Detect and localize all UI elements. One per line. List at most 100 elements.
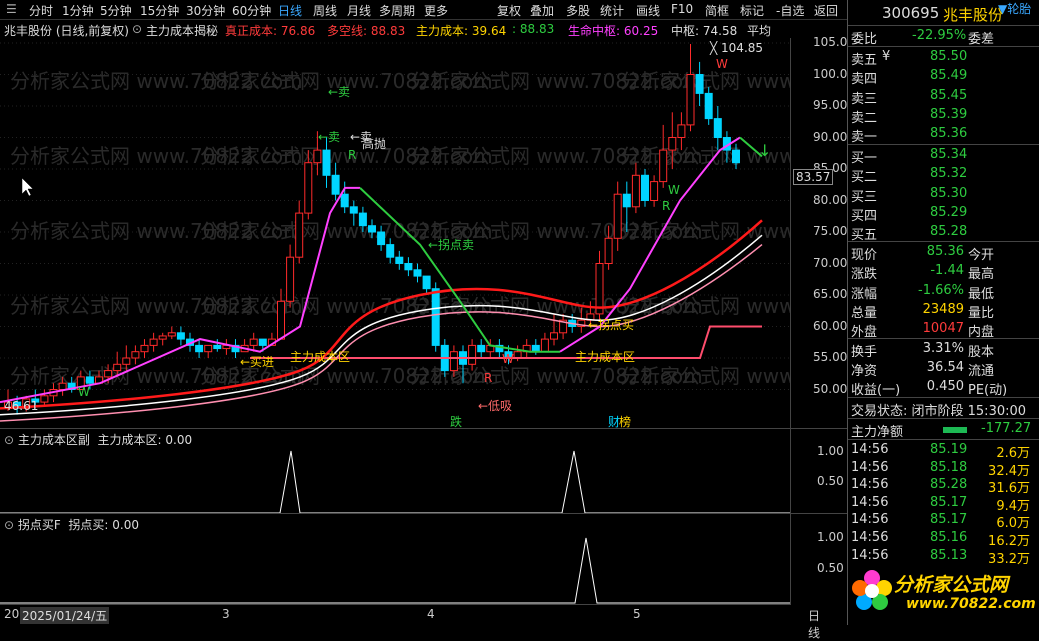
bid-row[interactable]: 买三 85.30 — [848, 185, 1039, 205]
candle-body — [686, 74, 695, 126]
ask-row[interactable]: 卖四 85.49 — [848, 67, 1039, 87]
candle-body — [377, 231, 386, 246]
bid-row[interactable]: 买二 85.32 — [848, 165, 1039, 185]
indicator-toggle-icon[interactable]: ⊙ — [132, 22, 142, 36]
date-axis: 20 2025/01/24/五 3 4 5 日线 — [0, 604, 820, 640]
candle-body — [204, 344, 213, 353]
toolbar-item-9[interactable]: 多周期 — [379, 2, 415, 19]
stat-row: 现价 85.36 今开 — [851, 244, 995, 263]
ask-row[interactable]: 卖三 85.45 — [848, 87, 1039, 107]
axis-label: 0.50 — [817, 474, 844, 488]
current-price-tag: 83.57 — [793, 169, 834, 185]
toolbar-item-2[interactable]: 5分钟 — [100, 2, 132, 19]
candle-body — [449, 351, 458, 372]
tick-row: 14:56 85.28 31.6万 — [851, 477, 1030, 497]
price-axis-label: 95.00 — [813, 98, 848, 112]
price-axis: 105.0 100.0 95.00 90.00 85.00 80.00 75.00 70.00… — [790, 35, 848, 428]
candle-body — [468, 344, 477, 365]
drop-label: 跌 — [450, 414, 462, 428]
toolbar-item-13[interactable]: 多股 — [566, 2, 590, 19]
low-absorb-label: ←低吸 — [478, 399, 512, 413]
sell-signal: ←卖 — [318, 130, 340, 144]
toolbar-item-8[interactable]: 月线 — [347, 2, 371, 19]
indicator-value: : 88.83 — [512, 22, 555, 36]
candle-body — [622, 193, 631, 208]
candle-body — [386, 244, 395, 258]
candle-body — [358, 212, 367, 227]
candle-body — [540, 338, 549, 353]
toolbar-item-12[interactable]: 叠加 — [530, 2, 554, 19]
candle-body — [40, 395, 49, 403]
menu-icon[interactable]: ☰ — [6, 2, 17, 16]
price-axis-label: 75.00 — [813, 224, 848, 238]
candle-body — [85, 376, 94, 384]
axis-label: 1.00 — [817, 444, 844, 458]
candle-body — [431, 288, 440, 346]
candle-body — [331, 174, 340, 195]
watermark-text: 分析家公式网 www.70822.com — [620, 219, 790, 243]
bid-row[interactable]: 买五 85.28 — [848, 223, 1039, 243]
candle-body — [677, 124, 686, 139]
main-cost-zone-label-2: 主力成本区 — [575, 350, 635, 364]
bid-row[interactable]: 买一 85.34 — [848, 146, 1039, 166]
price-axis-label: 50.00 — [813, 381, 848, 396]
stock-name[interactable]: 兆丰股份 — [943, 4, 1003, 25]
ask-row[interactable]: 卖二 85.39 — [848, 106, 1039, 126]
candle-body — [195, 344, 204, 353]
toolbar-item-6[interactable]: 日线 — [278, 2, 302, 19]
toolbar-item-14[interactable]: 统计 — [600, 2, 624, 19]
sub-panel-main-cost[interactable]: ⊙ 主力成本区副 主力成本区: 0.00 — [0, 428, 790, 514]
ask-row[interactable]: 卖五 ¥85.50 — [848, 48, 1039, 68]
toolbar-item-18[interactable]: 标记 — [740, 2, 764, 19]
indicator-value: 多空线: 88.83 — [327, 24, 406, 38]
date-tick: 5 — [633, 607, 641, 621]
toolbar-item-0[interactable]: 分时 — [29, 2, 53, 19]
ask-row[interactable]: 卖一 85.36 — [848, 125, 1039, 145]
sell-signal-top: ←卖 — [328, 85, 350, 99]
toolbar-item-3[interactable]: 15分钟 — [140, 2, 179, 19]
price-axis-label: 70.00 — [813, 255, 848, 270]
r-signal-2: R — [484, 371, 492, 385]
toolbar-item-20[interactable]: 返回 — [814, 2, 838, 19]
toolbar-item-7[interactable]: 周线 — [313, 2, 337, 19]
toolbar-item-16[interactable]: F10 — [671, 2, 693, 16]
candle-body — [604, 237, 613, 265]
candle-body — [713, 118, 722, 138]
candle-body — [113, 363, 122, 372]
toolbar-item-15[interactable]: 画线 — [636, 2, 660, 19]
candle-body — [413, 269, 422, 277]
net-flow-row: 主力净额 -177.27 — [851, 421, 1032, 440]
candle-body — [258, 338, 267, 346]
indicator-name[interactable]: 主力成本揭秘 — [146, 22, 218, 39]
candle-body — [149, 338, 158, 346]
candle-body — [550, 332, 558, 340]
toolbar-item-1[interactable]: 1分钟 — [62, 2, 94, 19]
toolbar-item-19[interactable]: -自选 — [776, 2, 804, 19]
toolbar-item-17[interactable]: 简框 — [705, 2, 729, 19]
main-kline-chart[interactable]: 分析家公式网 www.70822.com 分析家公式网 www.70822.com… — [0, 38, 790, 428]
life-center-line — [0, 244, 763, 422]
sub-panel-2-axis: 1.00 0.50 — [790, 513, 848, 605]
mouse-cursor-icon — [21, 177, 34, 197]
trade-state: 交易状态: 闭市阶段 15:30:00 — [851, 404, 1027, 419]
price-axis-label: 90.00 — [813, 129, 848, 144]
candle-body — [613, 193, 622, 239]
toolbar-item-5[interactable]: 60分钟 — [232, 2, 271, 19]
toolbar-item-10[interactable]: 更多 — [424, 2, 448, 19]
toolbar-item-4[interactable]: 30分钟 — [186, 2, 225, 19]
bid-row[interactable]: 买四 85.29 — [848, 204, 1039, 224]
sector-dropdown[interactable]: ▼轮胎 — [998, 0, 1031, 17]
inflection-buy-label: ←拐点买 — [588, 317, 634, 332]
stat-row: 涨幅 -1.66% 最低 — [851, 282, 995, 302]
r-signal: R — [348, 148, 356, 162]
trend-line-down — [359, 187, 560, 353]
net-flow-bar — [943, 427, 967, 433]
candle-body — [704, 92, 713, 120]
price-axis-label: 55.00 — [813, 350, 848, 364]
tick-row: 14:56 85.19 2.6万 — [851, 442, 1030, 461]
period-label[interactable]: 日线 — [808, 607, 820, 641]
toolbar-item-11[interactable]: 复权 — [497, 2, 521, 19]
w-signal-2: W — [502, 352, 514, 366]
stock-title: 兆丰股份 (日线,前复权) — [4, 24, 129, 38]
sub-panel-inflection-buy[interactable]: ⊙ 拐点买F 拐点买: 0.00 — [0, 513, 790, 605]
